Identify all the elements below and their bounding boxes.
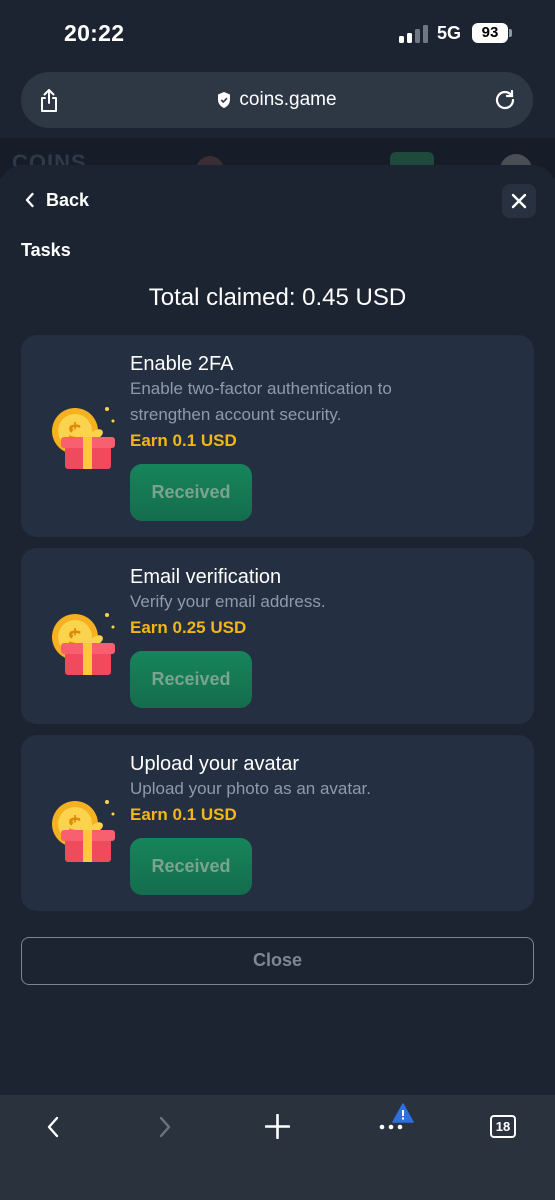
task-title: Upload your avatar (130, 753, 299, 775)
status-bar: 20:22 5G 93 (0, 0, 555, 62)
alert-icon (392, 1103, 414, 1123)
received-button[interactable]: Received (130, 651, 252, 708)
total-claimed: Total claimed: 0.45 USD (148, 284, 407, 311)
chevron-left-icon[interactable] (44, 1115, 62, 1139)
task-description: Verify your email address. (130, 592, 326, 611)
browser-toolbar: 18 (0, 1095, 555, 1200)
tabs-icon[interactable]: 18 (490, 1115, 516, 1138)
back-button[interactable]: Back (24, 189, 89, 211)
task-card-avatar: $ Upload your avatar Upload your photo a… (21, 735, 534, 911)
address-bar[interactable]: coins.game (21, 72, 533, 128)
task-title: Enable 2FA (130, 353, 234, 375)
tasks-sheet: Back Tasks Total claimed: 0.45 USD $ Ena… (0, 165, 555, 1095)
close-icon-button[interactable] (502, 184, 536, 218)
battery-icon: 93 (472, 23, 508, 43)
more-icon[interactable] (378, 1123, 404, 1131)
chevron-left-icon (25, 192, 34, 208)
received-button[interactable]: Received (130, 838, 252, 895)
signal-icon (399, 25, 429, 43)
shield-icon (218, 92, 231, 108)
gift-coin-icon: $ (52, 613, 115, 675)
close-icon (511, 193, 527, 209)
network-label: 5G (437, 23, 462, 43)
battery-tip (509, 29, 512, 37)
plus-icon[interactable] (265, 1114, 290, 1139)
task-reward: Earn 0.25 USD (130, 618, 247, 637)
task-description: Enable two-factor authentication to stre… (130, 379, 392, 424)
status-time: 20:22 (64, 20, 125, 46)
section-title: Tasks (21, 240, 71, 260)
back-label: Back (46, 189, 90, 210)
task-description: Upload your photo as an avatar. (130, 779, 371, 798)
chevron-right-icon[interactable] (156, 1115, 174, 1139)
url-display[interactable]: coins.game (21, 72, 533, 128)
received-button[interactable]: Received (130, 464, 252, 521)
reload-icon[interactable] (493, 88, 517, 112)
task-card-2fa: $ Enable 2FA Enable two-factor authentic… (21, 335, 534, 537)
task-reward: Earn 0.1 USD (130, 431, 237, 450)
url-text: coins.game (239, 89, 337, 110)
gift-coin-icon: $ (52, 407, 115, 469)
task-card-email: $ Email verification Verify your email a… (21, 548, 534, 724)
close-button[interactable]: Close (21, 937, 534, 985)
task-title: Email verification (130, 566, 282, 588)
gift-coin-icon: $ (52, 800, 115, 862)
task-reward: Earn 0.1 USD (130, 805, 237, 824)
